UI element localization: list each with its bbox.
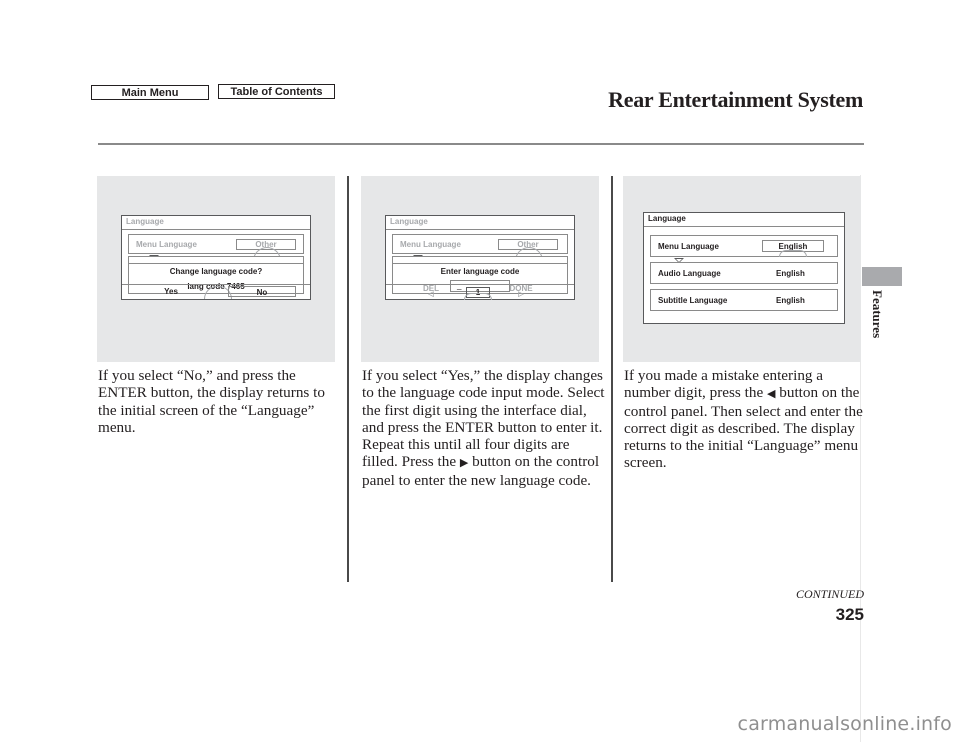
column-divider	[611, 176, 613, 582]
dial-arc-icon	[464, 293, 492, 300]
page-number: 325	[835, 605, 864, 624]
yes-button[interactable]: Yes	[136, 286, 206, 297]
menu-language-row: Menu Language Other	[392, 234, 568, 261]
screen-title: Language	[644, 213, 844, 227]
paragraph-no-selected: If you select “No,” and press the ENTER …	[98, 367, 325, 436]
audio-language-row[interactable]: Audio Language English	[650, 262, 838, 284]
button-bar: Yes No	[122, 284, 310, 299]
figure-panel-language-menu: Language Menu Language English Audio Lan…	[623, 176, 861, 362]
done-button[interactable]: DONE ▷	[504, 285, 538, 299]
left-arrow-icon: ◁	[428, 291, 434, 298]
figure-panel-confirm: Language Menu Language Other Change lang…	[97, 176, 335, 362]
button-bar: DEL ◁ 1 DONE ▷	[386, 284, 574, 300]
row-value: English	[776, 296, 805, 305]
screen-language-menu: Language Menu Language English Audio Lan…	[643, 212, 845, 324]
dialog-prompt: Enter language code	[440, 267, 520, 276]
no-button[interactable]: No	[228, 286, 296, 297]
paragraph-mistake: If you made a mistake entering a number …	[624, 367, 869, 472]
row-label: Subtitle Language	[658, 296, 728, 305]
section-title: Rear Entertainment System	[608, 87, 863, 112]
screen-title: Language	[122, 216, 310, 230]
screen-confirm-dialog: Language Menu Language Other Change lang…	[121, 215, 311, 300]
row-label: Audio Language	[658, 269, 721, 278]
row-label: Menu Language	[136, 240, 197, 249]
section-tab-marker	[862, 267, 902, 286]
right-triangle-icon: ▶	[459, 456, 469, 470]
title-divider	[98, 143, 864, 145]
table-of-contents-button[interactable]: Table of Contents	[218, 84, 335, 99]
watermark: carmanualsonline.info	[737, 713, 952, 735]
screen-enter-code: Language Menu Language Other Enter langu…	[385, 215, 575, 300]
subtitle-language-row[interactable]: Subtitle Language English	[650, 289, 838, 311]
left-triangle-icon: ◀	[767, 387, 776, 401]
menu-language-row[interactable]: Menu Language English	[650, 235, 838, 257]
continued-label: CONTINUED	[795, 587, 864, 601]
dial-arc-icon	[779, 250, 807, 257]
row-label: Menu Language	[658, 242, 719, 251]
screen-title: Language	[386, 216, 574, 230]
row-value: English	[776, 269, 805, 278]
menu-language-row: Menu Language Other	[128, 234, 304, 261]
dialog-topbar	[393, 257, 567, 264]
figure-panel-enter-code: Language Menu Language Other Enter langu…	[361, 176, 599, 362]
row-label: Menu Language	[400, 240, 461, 249]
main-menu-button[interactable]: Main Menu	[91, 85, 209, 100]
dialog-question: Change language code?	[169, 267, 263, 276]
delete-button[interactable]: DEL ◁	[416, 285, 446, 299]
column-divider	[347, 176, 349, 582]
side-tab-label: Features	[870, 290, 885, 339]
dialog-topbar	[129, 257, 303, 264]
paragraph-yes-selected: If you select “Yes,” the display changes…	[362, 367, 607, 489]
